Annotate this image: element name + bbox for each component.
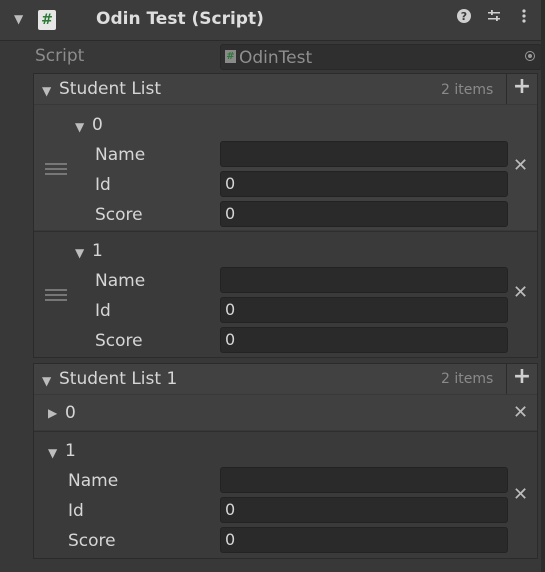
help-icon[interactable]: ? (455, 8, 473, 28)
header-divider (506, 74, 507, 104)
drag-handle-icon[interactable] (45, 289, 67, 304)
id-label: Id (68, 501, 84, 521)
script-icon: # (38, 10, 56, 30)
item-index: 0 (92, 115, 103, 135)
component-foldout-toggle[interactable]: ▼ (14, 12, 23, 26)
student-list-1-count: 2 items (441, 371, 494, 387)
add-item-button[interactable]: + (510, 74, 534, 99)
component-title: Odin Test (Script) (96, 9, 264, 29)
name-input[interactable] (220, 467, 508, 493)
student-list-foldout[interactable]: ▼ (42, 84, 51, 98)
student-list-title: Student List (59, 79, 162, 99)
score-input[interactable]: 0 (220, 527, 508, 553)
item-foldout[interactable]: ▼ (75, 120, 84, 134)
score-input[interactable]: 0 (220, 201, 508, 227)
item-index: 1 (65, 441, 76, 461)
list-item[interactable] (34, 395, 537, 430)
name-input[interactable] (220, 141, 508, 167)
script-value: OdinTest (239, 48, 313, 68)
kebab-menu-icon[interactable] (515, 8, 533, 28)
script-file-icon: # (225, 50, 236, 63)
name-label: Name (95, 271, 146, 291)
item-foldout[interactable]: ▼ (75, 246, 84, 260)
id-input[interactable]: 0 (220, 171, 508, 197)
item-index: 1 (92, 241, 103, 261)
remove-item-button[interactable]: ✕ (513, 402, 528, 423)
sliders-icon[interactable] (485, 8, 503, 28)
item-foldout[interactable]: ▼ (48, 446, 57, 460)
student-list-1-title: Student List 1 (59, 369, 178, 389)
id-input[interactable]: 0 (220, 497, 508, 523)
item-foldout[interactable]: ▶ (48, 406, 57, 420)
student-list-1-foldout[interactable]: ▼ (42, 374, 51, 388)
name-input[interactable] (220, 267, 508, 293)
name-label: Name (95, 145, 146, 165)
id-label: Id (95, 175, 111, 195)
score-input[interactable]: 0 (220, 327, 508, 353)
script-label: Script (35, 46, 85, 66)
item-index: 0 (65, 403, 76, 423)
score-label: Score (68, 531, 116, 551)
id-label: Id (95, 301, 111, 321)
drag-handle-icon[interactable] (45, 163, 67, 178)
score-label: Score (95, 331, 143, 351)
script-object-field[interactable]: # OdinTest (220, 44, 542, 70)
score-label: Score (95, 205, 143, 225)
remove-item-button[interactable]: ✕ (513, 484, 528, 505)
id-input[interactable]: 0 (220, 297, 508, 323)
svg-text:?: ? (461, 10, 467, 23)
remove-item-button[interactable]: ✕ (513, 282, 528, 303)
header-divider (506, 364, 507, 394)
name-label: Name (68, 471, 119, 491)
object-picker-icon[interactable] (525, 51, 535, 61)
remove-item-button[interactable]: ✕ (513, 155, 528, 176)
add-item-button[interactable]: + (510, 364, 534, 389)
student-list-count: 2 items (441, 82, 494, 98)
scrollbar[interactable] (541, 0, 545, 572)
